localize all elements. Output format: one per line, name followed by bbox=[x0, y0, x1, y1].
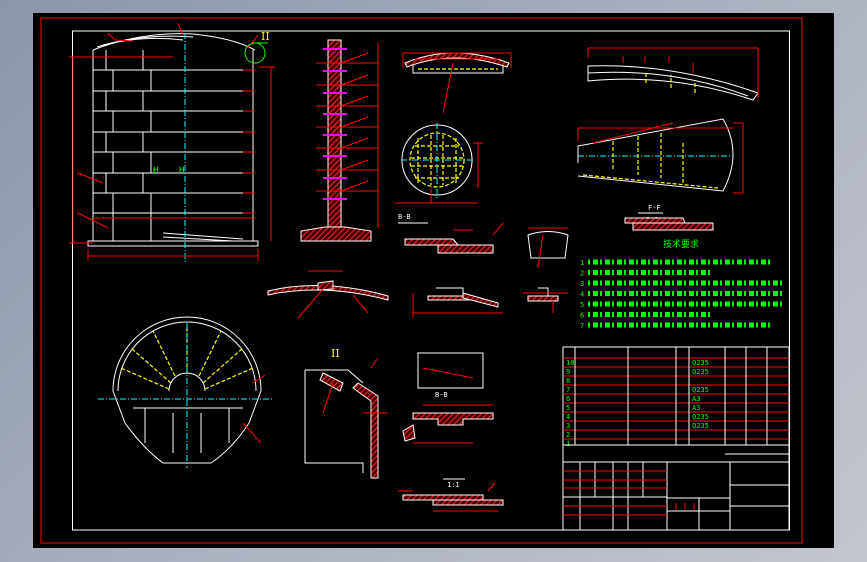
section-bb-detail: B-B bbox=[398, 213, 504, 254]
detail-ii-title: II bbox=[331, 347, 340, 360]
section-ff-label: F-F bbox=[648, 204, 661, 212]
section-ee-scale: 1:1 bbox=[447, 481, 460, 489]
table-row-number: 10 bbox=[566, 359, 574, 367]
note-number: 5 bbox=[580, 301, 584, 309]
table-row-number: 7 bbox=[566, 386, 570, 394]
section-bb-bottom-view: B-B bbox=[402, 391, 494, 444]
notes-title: 技术要求 bbox=[663, 238, 699, 250]
manhole-plan-view bbox=[395, 123, 483, 204]
ridge-detail bbox=[267, 270, 389, 319]
drawing-sheet: II H H F-F B-B II B-B 1:1 技术要求 1234567 1… bbox=[40, 17, 803, 544]
table-row-number: 2 bbox=[566, 431, 570, 439]
front-label-h-right: H bbox=[179, 166, 184, 176]
technical-notes: 技术要求 1 2 3 4 5 6 7 bbox=[580, 238, 783, 330]
joint-detail bbox=[412, 287, 503, 318]
parts-list-table: 10 Q235 9 Q235 87 Q235 6 A3 5 A3 4 Q235 3 Q235 21 bbox=[562, 346, 790, 531]
bolt-detail bbox=[527, 227, 569, 269]
outer-frame bbox=[40, 17, 803, 544]
roof-plan-view bbox=[98, 316, 273, 468]
table-row-material: Q235 bbox=[692, 422, 709, 430]
table-row-material: Q235 bbox=[692, 368, 709, 376]
detail-ii-view: II bbox=[304, 347, 388, 479]
rafter-elevation bbox=[587, 47, 759, 101]
table-row-number: 3 bbox=[566, 422, 570, 430]
section-aa-view bbox=[417, 352, 484, 389]
note-number: 4 bbox=[580, 291, 584, 299]
manhole-plate-section bbox=[402, 52, 512, 114]
note-number: 3 bbox=[580, 280, 584, 288]
table-row-number: 1 bbox=[566, 440, 570, 448]
table-row-material: Q235 bbox=[692, 413, 709, 421]
table-row-number: 9 bbox=[566, 368, 570, 376]
detail-ii-marker: II bbox=[261, 30, 270, 43]
wall-weld-section bbox=[300, 39, 379, 242]
table-row-number: 6 bbox=[566, 395, 570, 403]
table-row-number: 5 bbox=[566, 404, 570, 412]
section-ee-view: 1:1 bbox=[398, 478, 504, 512]
table-row-material: Q235 bbox=[692, 386, 709, 394]
table-row-material: A3 bbox=[692, 404, 700, 412]
note-number: 1 bbox=[580, 259, 584, 267]
note-number: 2 bbox=[580, 270, 584, 278]
section-bb-label: B-B bbox=[398, 213, 411, 221]
note-number: 7 bbox=[580, 322, 584, 330]
table-row-material: A3 bbox=[692, 395, 700, 403]
table-row-material: Q235 bbox=[692, 359, 709, 367]
small-weld-detail bbox=[523, 287, 568, 313]
tank-front-view: II H H bbox=[69, 22, 275, 263]
cad-drawing-canvas[interactable]: II H H F-F B-B II B-B 1:1 技术要求 1 2 3 4 5… bbox=[33, 13, 834, 548]
note-number: 6 bbox=[580, 312, 584, 320]
table-row-number: 8 bbox=[566, 377, 570, 385]
rafter-plan: F-F 1:1 bbox=[577, 118, 744, 231]
section-bb-small-label: B-B bbox=[435, 391, 448, 399]
table-row-number: 4 bbox=[566, 413, 570, 421]
front-label-h-left: H bbox=[153, 166, 158, 176]
